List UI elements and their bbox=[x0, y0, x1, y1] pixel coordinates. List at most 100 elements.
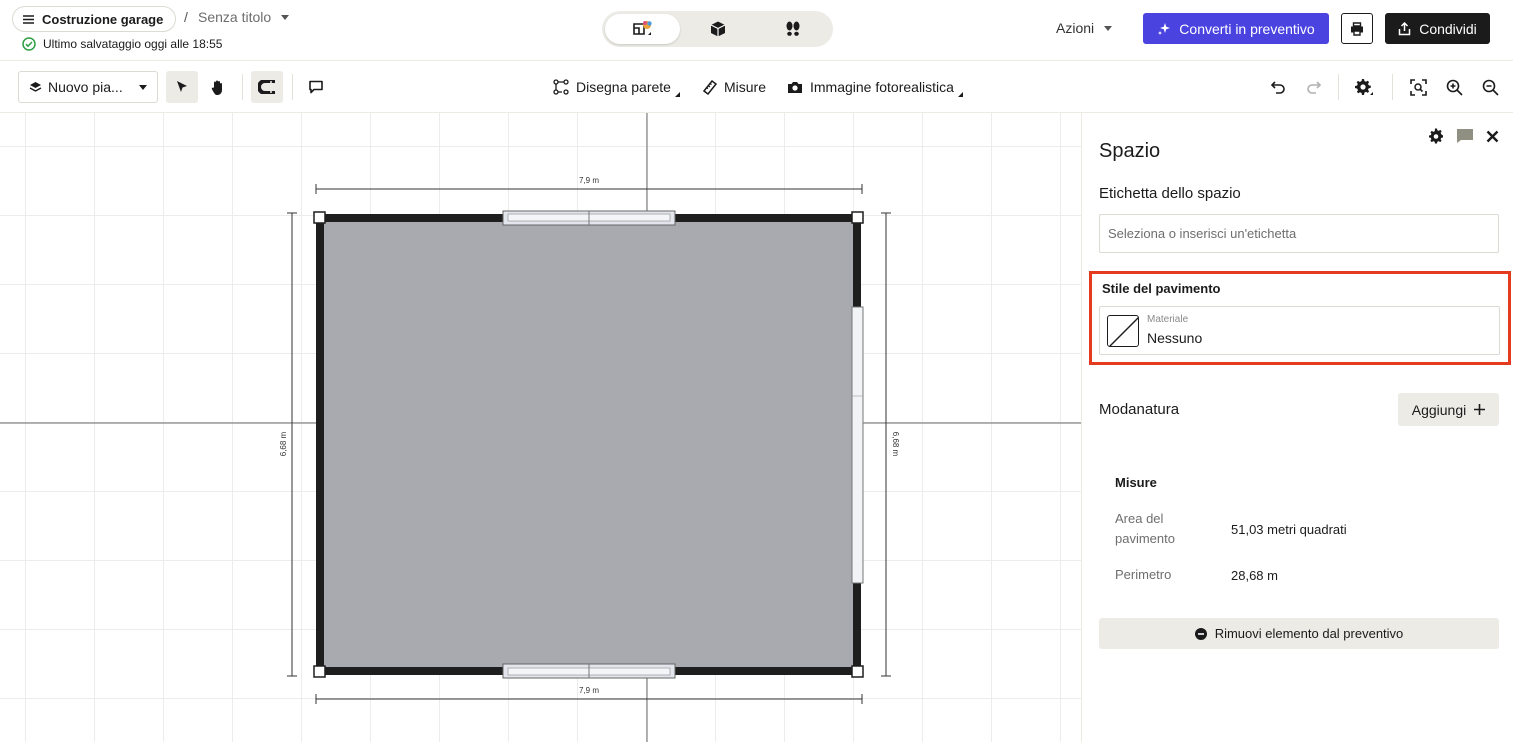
remove-from-quote-button[interactable]: Rimuovi elemento dal preventivo bbox=[1099, 618, 1499, 649]
level-selector[interactable]: Nuovo pia... bbox=[18, 71, 158, 103]
space-label-placeholder: Seleziona o inserisci un'etichetta bbox=[1108, 226, 1297, 241]
gear-icon[interactable] bbox=[1428, 128, 1444, 144]
save-status: Ultimo salvataggio oggi alle 18:55 bbox=[22, 37, 222, 51]
corner-handle[interactable] bbox=[313, 211, 326, 224]
magnet-icon bbox=[258, 80, 275, 94]
document-title[interactable]: Senza titolo bbox=[198, 9, 290, 25]
share-button[interactable]: Condividi bbox=[1385, 13, 1490, 44]
material-caption: Materiale bbox=[1147, 314, 1189, 325]
dimension-right bbox=[881, 212, 891, 677]
camera-icon bbox=[788, 82, 802, 93]
hand-icon bbox=[211, 80, 222, 95]
photorealistic-image-button[interactable]: Immagine fotorealistica bbox=[787, 71, 963, 103]
view-walkthrough-button[interactable] bbox=[755, 14, 830, 44]
toolbar-divider bbox=[1392, 74, 1393, 100]
undo-icon bbox=[1270, 81, 1285, 94]
printer-icon bbox=[1351, 21, 1363, 36]
plus-icon bbox=[1474, 404, 1486, 415]
project-menu-button[interactable]: Costruzione garage bbox=[12, 6, 177, 32]
draw-wall-nodes-icon bbox=[553, 79, 569, 95]
submenu-corner-icon bbox=[674, 92, 680, 97]
dimension-left bbox=[287, 212, 297, 677]
floor-style-heading: Stile del pavimento bbox=[1102, 281, 1221, 296]
corner-handle[interactable] bbox=[851, 665, 864, 678]
dimension-right-label: 6,68 m bbox=[891, 432, 900, 457]
window-top[interactable] bbox=[502, 210, 676, 226]
settings-button[interactable] bbox=[1348, 71, 1380, 103]
zoom-out-button[interactable] bbox=[1474, 71, 1506, 103]
redo-icon bbox=[1307, 81, 1322, 94]
document-title-text: Senza titolo bbox=[198, 9, 272, 25]
select-tool-button[interactable] bbox=[166, 71, 198, 103]
view-3d-button[interactable] bbox=[680, 14, 755, 44]
material-value: Nessuno bbox=[1147, 330, 1203, 346]
ruler-icon bbox=[703, 79, 717, 95]
dimension-bottom bbox=[315, 694, 863, 704]
caret-down-icon bbox=[281, 14, 290, 20]
no-material-swatch-icon bbox=[1107, 315, 1139, 347]
door-right[interactable] bbox=[851, 306, 864, 584]
actions-label: Azioni bbox=[1056, 20, 1095, 36]
photorealistic-image-label: Immagine fotorealistica bbox=[810, 79, 954, 95]
gear-icon bbox=[1355, 79, 1373, 95]
walkthrough-footprints-icon bbox=[786, 21, 799, 36]
floor-plan-canvas[interactable]: 7,9 m 7,9 m 6,68 m 6,68 m bbox=[0, 113, 1081, 742]
add-molding-button[interactable]: Aggiungi bbox=[1398, 393, 1499, 426]
room-floor[interactable] bbox=[320, 218, 857, 671]
save-status-text: Ultimo salvataggio oggi alle 18:55 bbox=[43, 37, 223, 51]
comment-tool-button[interactable] bbox=[300, 71, 332, 103]
tool-bar: Nuovo pia... Disegna parete Misure Immag… bbox=[0, 61, 1513, 113]
panel-title: Spazio bbox=[1099, 140, 1161, 162]
pointer-arrow-icon bbox=[177, 81, 187, 92]
space-label-input[interactable]: Seleziona o inserisci un'etichetta bbox=[1099, 214, 1499, 253]
zoom-in-icon bbox=[1446, 79, 1463, 96]
close-icon[interactable] bbox=[1486, 130, 1499, 143]
panel-header-actions bbox=[1428, 128, 1499, 144]
zoom-out-icon bbox=[1482, 79, 1499, 96]
submenu-corner-icon bbox=[957, 92, 963, 97]
share-upload-icon bbox=[1398, 21, 1411, 35]
floor-area-label: Area del pavimento bbox=[1115, 511, 1175, 546]
comment-icon[interactable] bbox=[1456, 128, 1474, 144]
dimension-left-label: 6,68 m bbox=[279, 431, 288, 456]
draw-wall-label: Disegna parete bbox=[576, 79, 671, 95]
check-circle-icon bbox=[22, 37, 36, 51]
convert-to-quote-label: Converti in preventivo bbox=[1179, 20, 1315, 37]
actions-dropdown[interactable]: Azioni bbox=[1046, 13, 1122, 43]
3d-box-icon bbox=[710, 21, 725, 37]
floor-material-selector[interactable]: Materiale Nessuno bbox=[1099, 306, 1500, 355]
fit-view-icon bbox=[1409, 78, 1427, 96]
2d-plan-icon bbox=[632, 21, 652, 35]
toolbar-divider bbox=[242, 74, 243, 100]
molding-heading: Modanatura bbox=[1099, 401, 1180, 418]
toolbar-divider bbox=[1338, 74, 1339, 100]
corner-handle[interactable] bbox=[313, 665, 326, 678]
print-button[interactable] bbox=[1341, 13, 1373, 44]
add-molding-label: Aggiungi bbox=[1411, 401, 1467, 418]
measures-button[interactable]: Misure bbox=[703, 71, 766, 103]
dimension-top bbox=[315, 184, 863, 194]
corner-handle[interactable] bbox=[851, 211, 864, 224]
remove-from-quote-label: Rimuovi elemento dal preventivo bbox=[1214, 626, 1404, 641]
toolbar-divider bbox=[292, 74, 293, 100]
redo-button[interactable] bbox=[1298, 71, 1330, 103]
view-2d-plan-button[interactable] bbox=[605, 14, 680, 44]
floor-plan-drawing: 7,9 m 7,9 m 6,68 m 6,68 m bbox=[0, 113, 1081, 742]
window-bottom[interactable] bbox=[502, 663, 676, 679]
fit-to-screen-button[interactable] bbox=[1402, 71, 1434, 103]
magnet-snap-button[interactable] bbox=[251, 71, 283, 103]
space-label-heading: Etichetta dello spazio bbox=[1099, 185, 1241, 202]
undo-button[interactable] bbox=[1262, 71, 1294, 103]
convert-to-quote-button[interactable]: Converti in preventivo bbox=[1143, 13, 1329, 44]
zoom-in-button[interactable] bbox=[1438, 71, 1470, 103]
perimeter-value: 28,68 m bbox=[1231, 568, 1278, 583]
draw-wall-button[interactable]: Disegna parete bbox=[553, 71, 680, 103]
measures-heading: Misure bbox=[1115, 475, 1157, 490]
properties-panel: Spazio Etichetta dello spazio Seleziona … bbox=[1081, 113, 1513, 742]
minus-circle-icon bbox=[1194, 627, 1207, 640]
pan-tool-button[interactable] bbox=[202, 71, 234, 103]
sparkle-icon bbox=[1158, 22, 1171, 35]
floor-style-highlight: Stile del pavimento Materiale Nessuno bbox=[1089, 271, 1511, 365]
perimeter-label: Perimetro bbox=[1115, 567, 1172, 582]
floor-area-value: 51,03 metri quadrati bbox=[1231, 522, 1347, 537]
